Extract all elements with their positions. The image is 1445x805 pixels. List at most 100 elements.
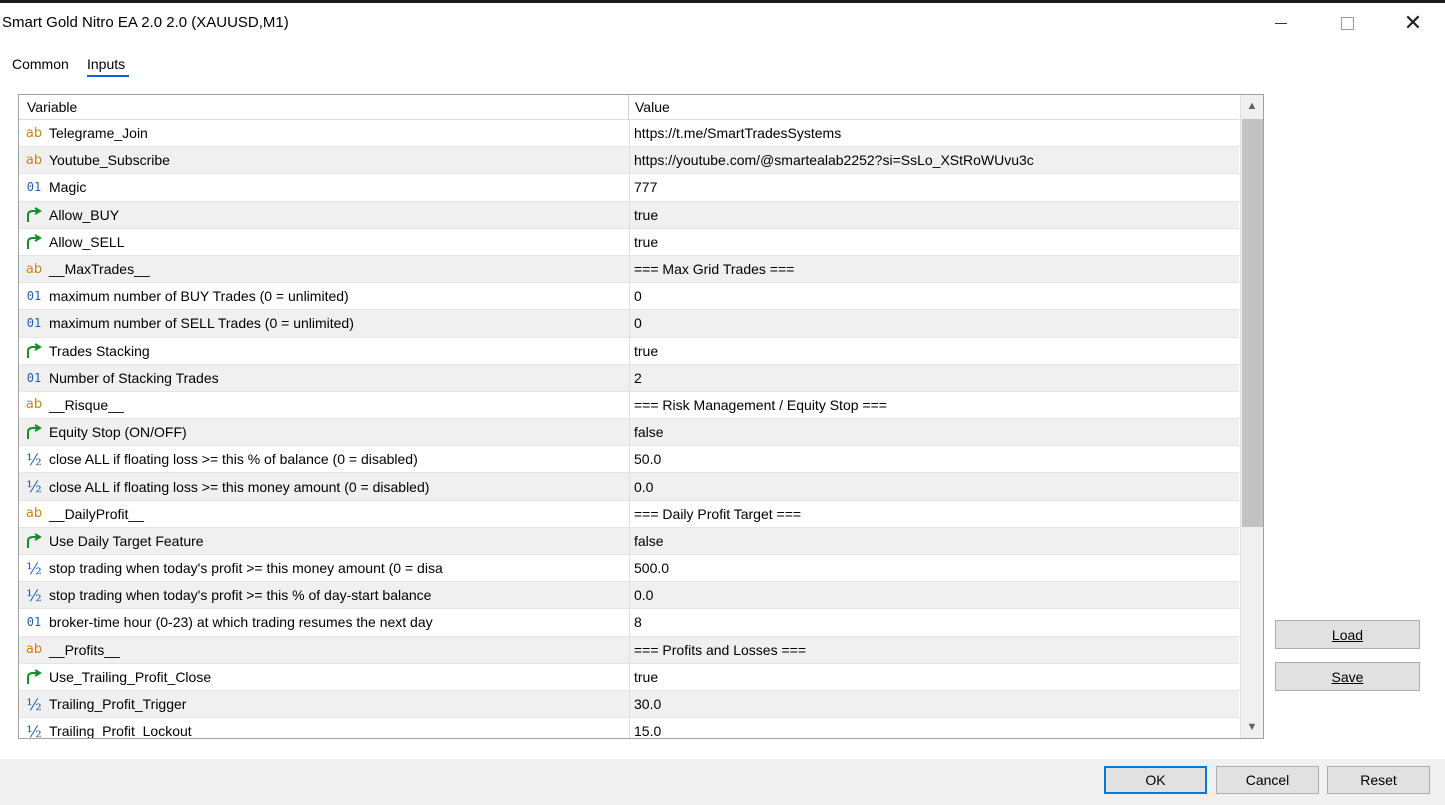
variable-cell: ab __Profits__ <box>19 637 628 663</box>
variable-cell: ½ Trailing_Profit_Lockout <box>19 718 628 739</box>
value-cell[interactable]: true <box>629 201 1239 228</box>
bool-type-icon <box>21 342 47 359</box>
table-row[interactable]: 01 maximum number of BUY Trades (0 = unli… <box>19 283 1239 311</box>
ok-button[interactable]: OK <box>1104 766 1207 794</box>
save-button-label: Save <box>1331 668 1364 685</box>
value-cell[interactable]: 500.0 <box>629 555 1239 582</box>
table-row[interactable]: Allow_BUY true <box>19 201 1239 229</box>
table-row[interactable]: ab __MaxTrades__ === Max Grid Trades === <box>19 255 1239 284</box>
value-cell[interactable]: true <box>629 663 1239 690</box>
table-row[interactable]: ½ Trailing_Profit_Trigger 30.0 <box>19 690 1239 719</box>
scroll-up-arrow-icon[interactable]: ▲ <box>1241 95 1263 117</box>
variable-cell: Trades Stacking <box>19 338 628 364</box>
column-header-value[interactable]: Value <box>635 99 670 115</box>
title-bar: Smart Gold Nitro EA 2.0 2.0 (XAUUSD,M1) … <box>0 0 1445 44</box>
variable-cell: Allow_SELL <box>19 229 628 255</box>
table-row[interactable]: Use_Trailing_Profit_Close true <box>19 663 1239 691</box>
integer-type-icon: 01 <box>26 370 42 385</box>
table-row[interactable]: ½ close ALL if floating loss >= this mone… <box>19 473 1239 501</box>
variable-value: 50.0 <box>634 451 662 468</box>
variable-name: Trades Stacking <box>49 342 150 359</box>
value-cell[interactable]: === Max Grid Trades === <box>629 255 1239 283</box>
reset-button[interactable]: Reset <box>1327 766 1430 794</box>
variable-cell: 01 maximum number of BUY Trades (0 = unli… <box>19 283 628 309</box>
table-row[interactable]: ½ close ALL if floating loss >= this % of… <box>19 446 1239 474</box>
table-row[interactable]: 01 Magic 777 <box>19 174 1239 202</box>
variable-value: https://youtube.com/@smartealab2252?si=S… <box>634 152 1034 169</box>
variable-cell: Use Daily Target Feature <box>19 528 628 554</box>
value-cell[interactable]: 0 <box>629 310 1239 337</box>
value-cell[interactable]: === Daily Profit Target === <box>629 500 1239 527</box>
inputs-grid: Variable Value ab Telegrame_Join https://t… <box>18 94 1264 739</box>
value-cell[interactable]: 777 <box>629 174 1239 201</box>
value-cell[interactable]: https://t.me/SmartTradesSystems <box>629 120 1239 147</box>
cancel-button[interactable]: Cancel <box>1216 766 1319 794</box>
load-button[interactable]: Load <box>1275 620 1420 649</box>
value-cell[interactable]: true <box>629 337 1239 364</box>
table-row[interactable]: ½ stop trading when today's profit >= thi… <box>19 582 1239 610</box>
minimize-button[interactable] <box>1258 3 1304 43</box>
table-row[interactable]: ab Telegrame_Join https://t.me/SmartTrades… <box>19 120 1239 148</box>
table-row[interactable]: Allow_SELL true <box>19 228 1239 256</box>
bool-type-icon <box>21 424 47 440</box>
active-tab-indicator <box>87 75 129 77</box>
value-cell[interactable]: === Profits and Losses === <box>629 636 1239 663</box>
value-cell[interactable]: https://youtube.com/@smartealab2252?si=S… <box>629 147 1239 174</box>
table-row[interactable]: ab Youtube_Subscribe https://youtube.com/@… <box>19 147 1239 175</box>
value-cell[interactable]: 50.0 <box>629 446 1239 473</box>
value-cell[interactable]: true <box>629 228 1239 255</box>
variable-cell: ab __Risque__ <box>19 392 628 418</box>
value-cell[interactable]: 0.0 <box>629 582 1239 609</box>
variable-name: Use_Trailing_Profit_Close <box>49 668 212 685</box>
variable-name: Allow_SELL <box>49 233 125 250</box>
table-row[interactable]: Equity Stop (ON/OFF) false <box>19 419 1239 447</box>
value-cell[interactable]: false <box>629 527 1239 554</box>
value-cell[interactable]: 15.0 <box>629 718 1239 738</box>
bool-type-icon <box>21 533 47 549</box>
value-cell[interactable]: false <box>629 419 1239 446</box>
tab-common[interactable]: Common <box>12 56 69 72</box>
table-row[interactable]: ½ stop trading when today's profit >= thi… <box>19 555 1239 583</box>
table-row[interactable]: Trades Stacking true <box>19 337 1239 365</box>
maximize-button[interactable] <box>1324 3 1370 43</box>
variable-cell: ½ stop trading when today's profit >= thi… <box>19 555 628 581</box>
top-strip <box>0 0 1445 3</box>
table-row[interactable]: Use Daily Target Feature false <box>19 527 1239 555</box>
table-row[interactable]: 01 broker-time hour (0-23) at which tradi… <box>19 609 1239 637</box>
variable-value: true <box>634 233 659 250</box>
vertical-scrollbar[interactable]: ▲ ▼ <box>1240 95 1263 738</box>
bool-type-icon <box>21 668 47 685</box>
integer-type-icon: 01 <box>26 615 42 630</box>
variable-value: 0 <box>634 288 642 305</box>
value-cell[interactable]: 0 <box>629 283 1239 310</box>
table-row[interactable]: 01 maximum number of SELL Trades (0 = unl… <box>19 310 1239 338</box>
variable-name: Telegrame_Join <box>49 125 148 142</box>
table-row[interactable]: ½ Trailing_Profit_Lockout 15.0 <box>19 718 1239 739</box>
dialog-content: Common Inputs Variable Value ab Telegrame… <box>0 44 1445 759</box>
value-cell[interactable]: 8 <box>629 609 1239 636</box>
variable-value: 8 <box>634 614 642 631</box>
variable-value: true <box>634 342 659 359</box>
table-row[interactable]: ab __Profits__ === Profits and Losses === <box>19 636 1239 664</box>
column-header-variable[interactable]: Variable <box>27 99 77 115</box>
scroll-thumb[interactable] <box>1242 119 1263 527</box>
table-row[interactable]: 01 Number of Stacking Trades 2 <box>19 364 1239 392</box>
double-type-icon: ½ <box>26 721 42 739</box>
variable-name: Allow_BUY <box>49 206 120 223</box>
close-button[interactable]: ✕ <box>1390 3 1436 43</box>
double-type-icon: ½ <box>26 558 42 578</box>
save-button[interactable]: Save <box>1275 662 1420 691</box>
value-cell[interactable]: 0.0 <box>629 473 1239 500</box>
integer-type-icon: 01 <box>26 289 42 304</box>
variable-value: false <box>634 424 664 441</box>
scroll-down-arrow-icon[interactable]: ▼ <box>1241 716 1263 738</box>
value-cell[interactable]: 2 <box>629 364 1239 391</box>
variable-name: Magic <box>49 179 87 196</box>
column-divider[interactable] <box>628 95 629 120</box>
value-cell[interactable]: === Risk Management / Equity Stop === <box>629 391 1239 419</box>
variable-name: Youtube_Subscribe <box>49 152 170 169</box>
table-row[interactable]: ab __Risque__ === Risk Management / Equity… <box>19 391 1239 420</box>
value-cell[interactable]: 30.0 <box>629 690 1239 718</box>
table-row[interactable]: ab __DailyProfit__ === Daily Profit Target… <box>19 500 1239 528</box>
tab-inputs[interactable]: Inputs <box>87 56 125 72</box>
